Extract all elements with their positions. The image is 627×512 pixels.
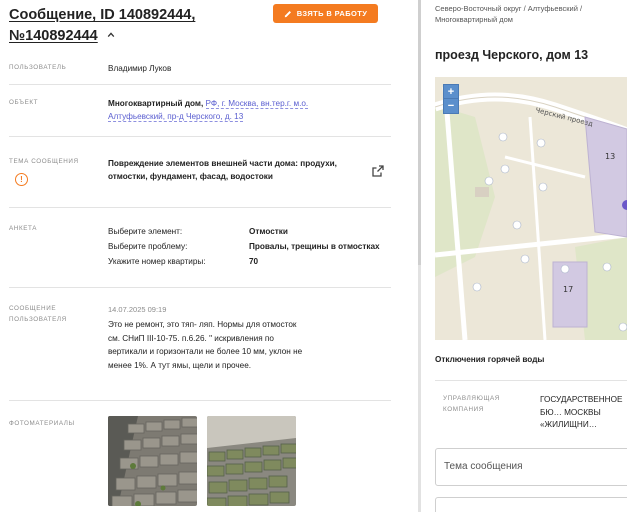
survey-value: Провалы, трещины в отмостках (249, 242, 380, 251)
message-text: Это не ремонт, это тяп- ляп. Нормы для о… (108, 320, 303, 370)
map[interactable]: Черский проезд 13 17 (435, 77, 627, 340)
survey-key: Выберите элемент: (108, 227, 183, 236)
pencil-icon (284, 10, 291, 17)
photo-thumbnail[interactable] (207, 416, 296, 506)
survey-value: 70 (249, 257, 259, 266)
object-value: Многоквартирный дом, РФ, г. Москва, вн.т… (108, 98, 348, 123)
divider (9, 207, 391, 208)
page-title: Сообщение, ID 140892444, №140892444 (9, 5, 264, 47)
object-type: Многоквартирный дом, (108, 99, 204, 108)
take-to-work-button[interactable]: ВЗЯТЬ В РАБОТУ (273, 4, 378, 23)
survey-row: Укажите номер квартиры: 70 (108, 254, 380, 269)
object-panel: Северо-Восточный округ / Алтуфьевский / … (421, 0, 627, 512)
hot-water-title: Отключения горячей воды (435, 355, 545, 364)
photo-thumbnail[interactable] (108, 416, 197, 506)
divider (9, 400, 391, 401)
survey-key: Укажите номер квартиры: (108, 257, 206, 266)
photos-label: ФОТОМАТЕРИАЛЫ (9, 420, 75, 427)
zoom-out-button[interactable]: − (443, 99, 459, 114)
chevron-up-icon[interactable] (107, 31, 115, 39)
message-date: 14.07.2025 09:19 (108, 305, 167, 314)
breadcrumb[interactable]: Северо-Восточный округ / Алтуфьевский / … (435, 3, 625, 25)
management-company-value: ГОСУДАРСТВЕННОЕ БЮ… МОСКВЫ «ЖИЛИЩНИ… (540, 395, 623, 429)
message-title: Сообщение, ID 140892444, №140892444 (9, 7, 196, 44)
warning-icon: ! (15, 173, 28, 186)
object-address-title: проезд Черского, дом 13 (435, 48, 589, 62)
survey-key: Выберите проблему: (108, 242, 188, 251)
management-company-label: УПРАВЛЯЮЩАЯ КОМПАНИЯ (443, 395, 500, 413)
survey-value: Отмостки (249, 227, 288, 236)
map-house-label: 17 (563, 285, 573, 294)
survey-row: Выберите элемент: Отмостки (108, 224, 380, 239)
map-zoom-control: + − (443, 84, 459, 114)
topic-label: ТЕМА СООБЩЕНИЯ (9, 158, 79, 165)
survey-row: Выберите проблему: Провалы, трещины в от… (108, 239, 380, 254)
map-canvas[interactable]: Черский проезд 13 17 (435, 77, 627, 340)
survey-label: АНКЕТА (9, 225, 38, 232)
user-label: ПОЛЬЗОВАТЕЛЬ (9, 64, 67, 71)
divider (9, 287, 391, 288)
message-panel: Сообщение, ID 140892444, №140892444 ВЗЯТ… (0, 0, 418, 512)
divider (435, 380, 627, 381)
survey-table: Выберите элемент: Отмостки Выберите проб… (108, 224, 380, 269)
zoom-in-button[interactable]: + (443, 84, 459, 99)
subject-field[interactable]: Тема сообщения (435, 448, 627, 486)
topic-value: Повреждение элементов внешней части дома… (108, 159, 337, 181)
message-label: СООБЩЕНИЕ ПОЛЬЗОВАТЕЛЯ (9, 305, 67, 323)
object-label: ОБЪЕКТ (9, 99, 39, 106)
subject-placeholder: Тема сообщения (444, 461, 523, 472)
take-to-work-label: ВЗЯТЬ В РАБОТУ (296, 9, 368, 18)
external-link-icon[interactable] (372, 165, 384, 177)
user-name: Владимир Луков (108, 64, 172, 73)
message-field[interactable] (435, 497, 627, 512)
map-house-label: 13 (605, 152, 615, 161)
divider (9, 84, 391, 85)
divider (9, 136, 391, 137)
